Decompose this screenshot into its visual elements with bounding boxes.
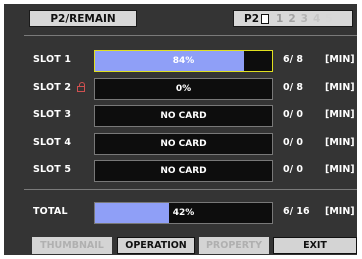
p2-card-icon (261, 13, 270, 24)
total-unit: [MIN] (325, 206, 355, 217)
slot-2-capacity-bar: 0% (94, 78, 273, 100)
slot-number-2: 2 (288, 12, 296, 25)
slot-1-capacity-bar: 84% (94, 50, 273, 72)
total-row: TOTAL 42% 6/ 16 [MIN] (4, 202, 357, 224)
slot-2-remaining-count: 0/ 8 (283, 82, 303, 93)
slot-2-unit: [MIN] (325, 82, 355, 93)
slot-3-remaining-count: 0/ 0 (283, 109, 303, 120)
remain-screen: P2/REMAIN P2 1 2 3 4 5 SLOT 1 84% 6/ 8 [… (4, 4, 357, 255)
slot-row-1: SLOT 1 84% 6/ 8 [MIN] (4, 50, 357, 72)
slot-number-3: 3 (300, 12, 308, 25)
total-label-text: TOTAL (33, 206, 68, 217)
slot-number-4: 4 (312, 12, 321, 25)
slot-label: SLOT 1 (33, 54, 71, 65)
slot-number-5: 5 (325, 12, 333, 25)
slot-4-status: NO CARD (160, 139, 207, 149)
slot-label-text: SLOT 2 (33, 82, 72, 93)
slot-4-capacity-bar: NO CARD (94, 133, 273, 155)
slot-label-text: SLOT 4 (33, 137, 72, 148)
slot-4-remaining-count: 0/ 0 (283, 137, 303, 148)
slot-1-remaining-count: 6/ 8 (283, 54, 303, 65)
tab-thumbnail[interactable]: THUMBNAIL (32, 237, 112, 254)
slot-1-percent: 84% (172, 56, 195, 66)
screen-title: P2/REMAIN (29, 10, 137, 27)
slot-label-text: SLOT 1 (33, 54, 72, 65)
total-percent: 42% (172, 208, 195, 218)
slot-1-unit: [MIN] (325, 54, 355, 65)
slot-row-2: SLOT 2 0% 0/ 8 [MIN] (4, 78, 357, 100)
total-label: TOTAL (33, 206, 68, 217)
p2-slot-indicator: P2 1 2 3 4 5 (233, 10, 353, 27)
slot-5-status: NO CARD (160, 166, 207, 176)
slot-row-5: SLOT 5 NO CARD 0/ 0 [MIN] (4, 160, 357, 182)
slot-row-3: SLOT 3 NO CARD 0/ 0 [MIN] (4, 105, 357, 127)
p2-label: P2 (244, 12, 260, 25)
slot-number-1: 1 (276, 12, 284, 25)
menu-tab-bar: THUMBNAIL OPERATION PROPERTY EXIT (4, 235, 357, 255)
exit-button[interactable]: EXIT (273, 237, 357, 254)
slot-3-unit: [MIN] (325, 109, 355, 120)
slot-row-4: SLOT 4 NO CARD 0/ 0 [MIN] (4, 133, 357, 155)
slot-5-remaining-count: 0/ 0 (283, 164, 303, 175)
lock-icon (77, 82, 87, 93)
slot-3-status: NO CARD (160, 111, 207, 121)
slot-label: SLOT 4 (33, 137, 71, 148)
tab-operation[interactable]: OPERATION (117, 237, 195, 254)
total-capacity-bar: 42% (94, 202, 273, 224)
slot-4-unit: [MIN] (325, 137, 355, 148)
slot-label-text: SLOT 5 (33, 164, 72, 175)
slot-5-unit: [MIN] (325, 164, 355, 175)
divider-top (24, 35, 357, 36)
slot-5-capacity-bar: NO CARD (94, 160, 273, 182)
divider-bottom (24, 189, 357, 190)
tab-property[interactable]: PROPERTY (199, 237, 269, 254)
slot-label: SLOT 2 (33, 82, 87, 93)
slot-3-capacity-bar: NO CARD (94, 105, 273, 127)
slot-2-percent: 0% (175, 84, 192, 94)
slot-label: SLOT 5 (33, 164, 71, 175)
total-remaining-count: 6/ 16 (283, 206, 310, 217)
slot-label-text: SLOT 3 (33, 109, 72, 120)
slot-label: SLOT 3 (33, 109, 71, 120)
